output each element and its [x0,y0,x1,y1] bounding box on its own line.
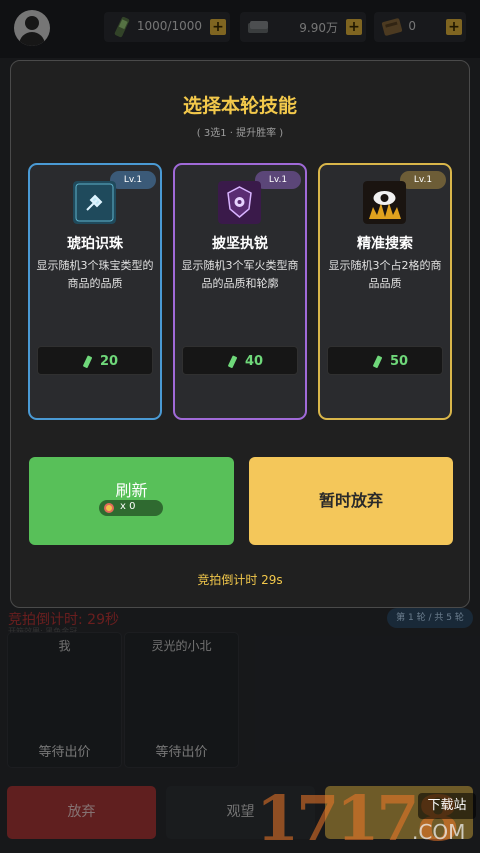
coin-icon [104,503,114,513]
shield-eye-icon [218,181,261,224]
energy-bottle-icon [83,355,93,368]
gem-search-icon [73,181,116,224]
modal-subtitle: ( 3选1 · 提升胜率 ) [196,128,284,139]
energy-bottle-icon [373,355,383,368]
refresh-button[interactable]: 刷新 x 0 [29,457,234,545]
skill-name: 精准搜索 [357,236,413,252]
refresh-cost-pill: x 0 [99,500,163,516]
skill-name: 披坚执锐 [212,236,268,252]
skill-select-modal: 选择本轮技能 ( 3选1 · 提升胜率 ) Lv.1 琥珀识珠 显示随机3个珠宝… [10,60,470,608]
modal-title: 选择本轮技能 [182,95,297,117]
eye-flame-icon [363,181,406,224]
skill-card-arms[interactable]: Lv.1 披坚执锐 显示随机3个军火类型商品的品质和轮廓 40 [173,163,307,420]
skill-card-amber[interactable]: Lv.1 琥珀识珠 显示随机3个珠宝类型的商品的品质 20 [28,163,162,420]
level-badge: Lv.1 [400,171,446,189]
skill-cost-value: 20 [100,354,119,369]
skill-desc: 显示随机3个军火类型商品的品质和轮廓 [181,259,299,290]
watermark-domain: .COM [412,820,466,844]
level-badge: Lv.1 [255,171,301,189]
skill-desc: 显示随机3个占2格的商品品质 [328,259,442,290]
refresh-count: x 0 [120,501,136,512]
skill-cost-value: 50 [390,354,409,369]
skill-cost-value: 40 [245,354,264,369]
skill-desc: 显示随机3个珠宝类型的商品的品质 [36,259,154,290]
level-badge: Lv.1 [110,171,156,189]
skill-cost: 50 [327,346,443,375]
skill-cost: 40 [182,346,298,375]
skill-cost: 20 [37,346,153,375]
skill-card-precise[interactable]: Lv.1 精准搜索 显示随机3个占2格的商品品质 50 [318,163,452,420]
refresh-label: 刷新 [115,481,148,500]
watermark-label: 下载站 [418,793,476,819]
energy-bottle-icon [228,355,238,368]
skill-name: 琥珀识珠 [67,236,123,252]
temporary-give-up-button[interactable]: 暂时放弃 [249,457,453,545]
modal-countdown: 竞拍倒计时 29s [197,573,283,587]
